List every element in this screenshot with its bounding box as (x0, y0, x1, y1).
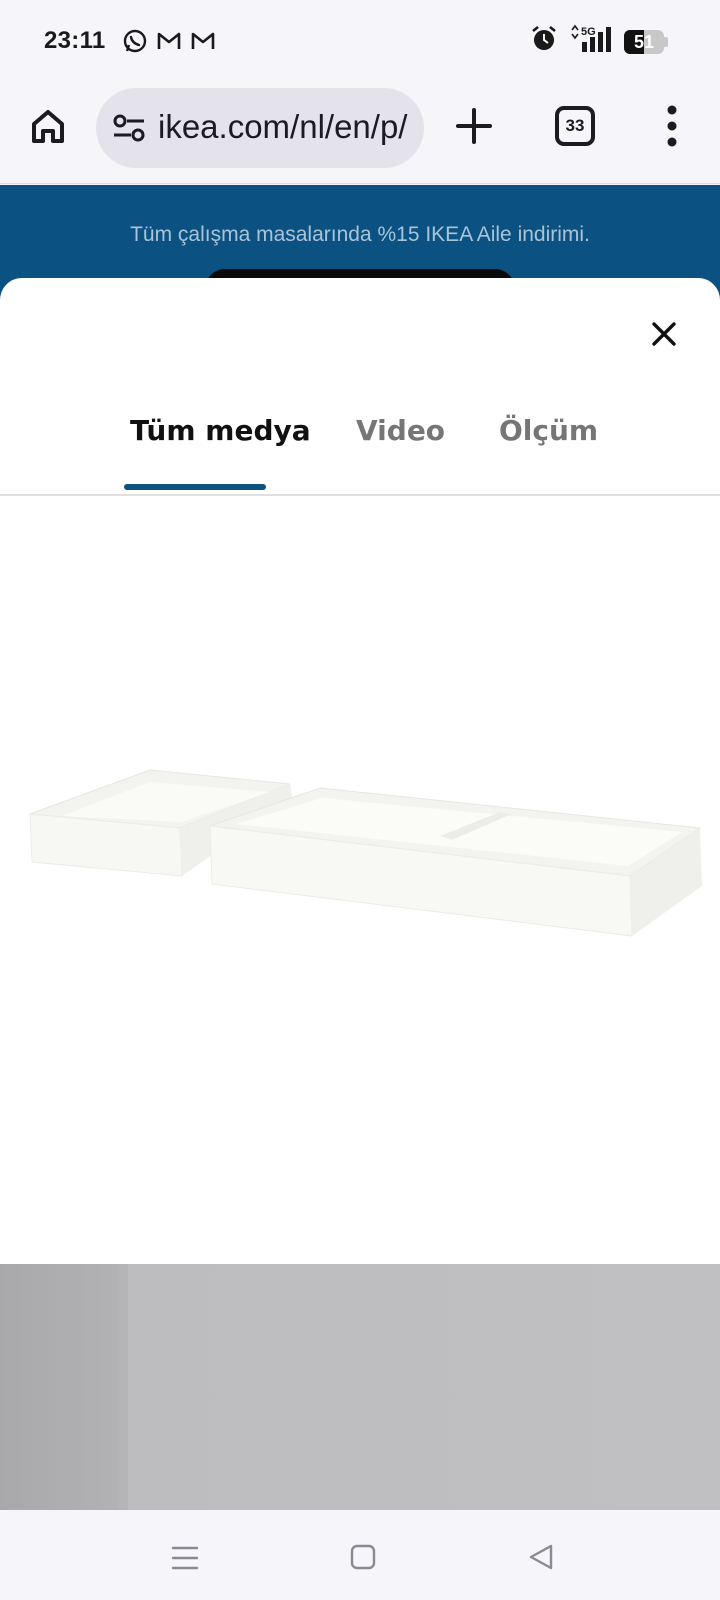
plus-icon (456, 108, 492, 144)
system-nav-bar (0, 1510, 720, 1600)
alarm-icon (530, 24, 558, 59)
media-sheet: Tüm medya Video Ölçüm (0, 278, 720, 1510)
tab-video[interactable]: Video (356, 414, 445, 447)
url-text[interactable]: ikea.com/nl/en/p/s (158, 108, 408, 146)
tab-all-media[interactable]: Tüm medya (130, 414, 311, 447)
browser-toolbar: ikea.com/nl/en/p/s 33 (0, 84, 720, 184)
5g-signal-icon: 5G (568, 24, 614, 59)
tabs-button[interactable]: 33 (555, 106, 595, 146)
gmail-icon (190, 28, 216, 59)
product-image[interactable] (0, 498, 720, 1263)
status-bar: 23:11 5G 51 (0, 0, 720, 84)
drawer-illustration (29, 769, 702, 937)
tab-measurements[interactable]: Ölçüm (499, 414, 598, 447)
recents-icon[interactable] (165, 1540, 205, 1576)
whatsapp-icon (122, 28, 148, 59)
site-settings-icon[interactable] (112, 112, 146, 144)
home-icon (32, 110, 64, 143)
promo-text: Tüm çalışma masalarında %15 IKEA Aile in… (130, 223, 590, 246)
close-icon[interactable] (644, 314, 684, 354)
address-bar[interactable]: ikea.com/nl/en/p/s (96, 88, 424, 168)
gmail-icon (156, 28, 182, 59)
battery-icon: 51 (624, 29, 668, 54)
notification-icons (122, 28, 216, 59)
media-tabs: Tüm medya Video Ölçüm (0, 388, 720, 496)
tab-count: 33 (565, 116, 585, 135)
back-icon[interactable] (521, 1540, 561, 1576)
home-button[interactable] (26, 104, 70, 148)
tab-indicator (124, 484, 266, 490)
battery-level: 51 (633, 31, 655, 52)
screen: 23:11 5G 51 ikea.com/nl/en/p/s 33 Tüm ça… (0, 0, 720, 1600)
system-icons: 5G 51 (530, 24, 668, 59)
home-circle-icon[interactable] (343, 1540, 383, 1576)
network-label: 5G (581, 26, 596, 38)
product-photo-secondary[interactable] (0, 1264, 720, 1510)
new-tab-button[interactable] (452, 104, 496, 148)
status-time: 23:11 (44, 27, 106, 54)
more-vert-icon[interactable] (654, 102, 690, 150)
